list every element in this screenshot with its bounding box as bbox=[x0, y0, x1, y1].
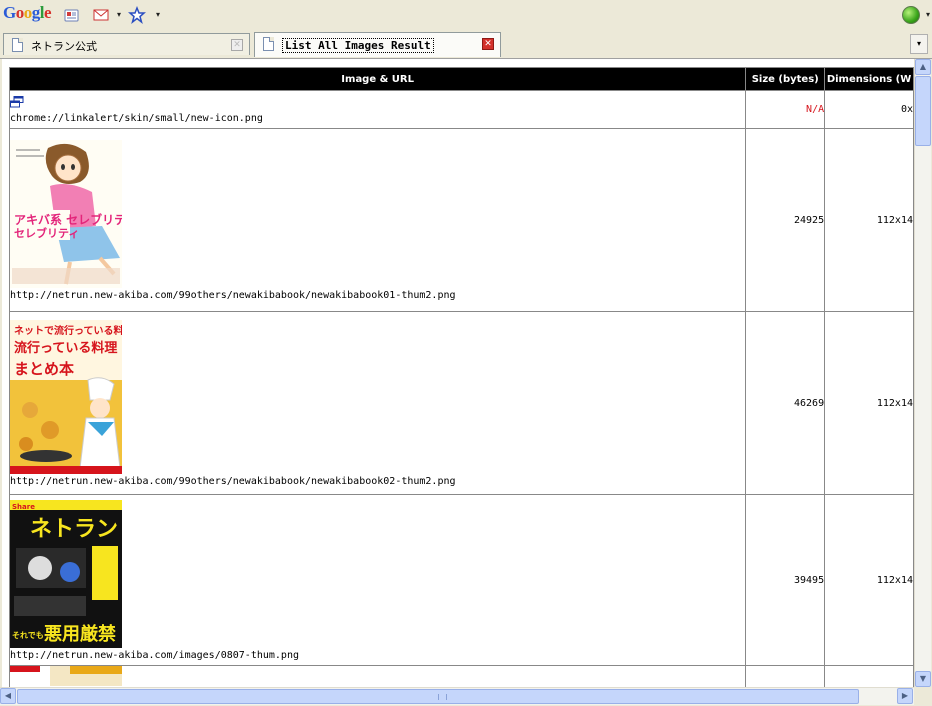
scroll-right-button[interactable]: ▶ bbox=[897, 688, 913, 704]
image-cell: chrome://linkalert/skin/small/new-icon.p… bbox=[8, 90, 747, 129]
dimensions-value: 112x14 bbox=[824, 128, 914, 312]
status-indicator-icon[interactable] bbox=[902, 6, 920, 24]
scroll-up-button[interactable]: ▲ bbox=[915, 59, 931, 75]
vertical-scroll-thumb[interactable] bbox=[915, 76, 931, 146]
svg-text:流行っている料理: 流行っている料理 bbox=[14, 340, 117, 356]
image-cell: ネットで流行っている料理まとめ本 流行っている料理 まとめ本 http:// bbox=[8, 311, 747, 495]
size-value: 24925 bbox=[745, 128, 826, 312]
svg-text:Share: Share bbox=[12, 503, 35, 511]
column-header-size: Size (bytes) bbox=[745, 67, 826, 91]
status-dropdown-icon[interactable]: ▾ bbox=[926, 10, 930, 19]
horizontal-scrollbar[interactable]: ◀ ▶ bbox=[0, 687, 914, 705]
star-icon[interactable] bbox=[128, 5, 146, 24]
tab-label: List All Images Result bbox=[282, 38, 434, 53]
document-icon bbox=[12, 38, 23, 52]
tab-label: ネトラン公式 bbox=[31, 40, 97, 53]
size-value: 39495 bbox=[745, 494, 826, 666]
svg-text:アキバ系 セレブリティ: アキバ系 セレブリティ bbox=[14, 212, 122, 227]
image-url[interactable]: http://netrun.new-akiba.com/99others/new… bbox=[10, 290, 745, 301]
column-header-dimensions: Dimensions (W bbox=[824, 67, 914, 91]
news-icon[interactable] bbox=[63, 6, 81, 24]
close-tab-icon[interactable]: ✕ bbox=[482, 38, 494, 50]
image-url[interactable]: http://netrun.new-akiba.com/99others/new… bbox=[10, 476, 745, 487]
vertical-scrollbar[interactable]: ▲ ▼ bbox=[914, 59, 931, 687]
image-cell bbox=[8, 665, 747, 687]
svg-text:セレブリティ: セレブリティ bbox=[14, 226, 79, 240]
document-icon bbox=[263, 37, 274, 51]
horizontal-scroll-thumb[interactable] bbox=[17, 689, 859, 704]
image-cell: Share ネトラン それでも 悪用厳禁 http://netrun.new-a… bbox=[8, 494, 747, 666]
image-url[interactable]: chrome://linkalert/skin/small/new-icon.p… bbox=[10, 113, 745, 124]
image-cell: アキバ系 セレブリティ セレブリティ http://netrun.new-aki… bbox=[8, 128, 747, 312]
size-value bbox=[745, 665, 826, 687]
svg-text:ネットで流行っている料理まとめ本: ネットで流行っている料理まとめ本 bbox=[14, 324, 122, 337]
tab-list-all-images[interactable]: List All Images Result ✕ bbox=[254, 32, 501, 57]
scroll-down-button[interactable]: ▼ bbox=[915, 671, 931, 687]
svg-text:それでも: それでも bbox=[12, 631, 44, 640]
close-tab-icon[interactable]: ✕ bbox=[231, 39, 243, 51]
table-header-row: Image & URL Size (bytes) Dimensions (W bbox=[8, 67, 914, 91]
image-url[interactable]: http://netrun.new-akiba.com/images/0807-… bbox=[10, 650, 745, 661]
mail-icon[interactable] bbox=[92, 6, 110, 24]
mail-dropdown-icon[interactable]: ▾ bbox=[117, 10, 121, 19]
tab-strip: ネトラン公式 ✕ List All Images Result ✕ ▾ bbox=[0, 30, 932, 59]
table-row: Share ネトラン それでも 悪用厳禁 http://netrun.new-a… bbox=[8, 494, 914, 666]
results-table: Image & URL Size (bytes) Dimensions (W c… bbox=[8, 67, 914, 687]
dimensions-value bbox=[824, 665, 914, 687]
magazine-cover-thumbnail[interactable]: Share ネトラン それでも 悪用厳禁 bbox=[10, 499, 122, 648]
book-cover-thumbnail[interactable]: ネットで流行っている料理まとめ本 流行っている料理 まとめ本 bbox=[10, 319, 122, 474]
new-window-icon[interactable] bbox=[10, 95, 24, 108]
tab-list-menu-button[interactable]: ▾ bbox=[910, 34, 928, 54]
scroll-left-button[interactable]: ◀ bbox=[0, 688, 16, 704]
dimensions-value: 112x14 bbox=[824, 311, 914, 495]
book-cover-thumbnail[interactable]: アキバ系 セレブリティ セレブリティ bbox=[10, 139, 122, 288]
size-value: 46269 bbox=[745, 311, 826, 495]
google-logo[interactable]: Google bbox=[3, 3, 52, 23]
size-value: N/A bbox=[745, 90, 826, 129]
svg-text:悪用厳禁: 悪用厳禁 bbox=[44, 623, 116, 645]
table-row: chrome://linkalert/skin/small/new-icon.p… bbox=[8, 90, 914, 129]
book-cover-thumbnail[interactable] bbox=[10, 666, 122, 686]
star-dropdown-icon[interactable]: ▾ bbox=[156, 10, 160, 19]
scroll-grip-icon bbox=[438, 694, 447, 700]
column-header-image-url: Image & URL bbox=[8, 67, 747, 91]
browser-toolbar: Google ▾ ▾ ▾ bbox=[0, 0, 932, 30]
page-content: Image & URL Size (bytes) Dimensions (W c… bbox=[2, 59, 914, 687]
svg-text:ネトラン: ネトラン bbox=[30, 517, 118, 542]
dimensions-value: 0x bbox=[824, 90, 914, 129]
table-row: ネットで流行っている料理まとめ本 流行っている料理 まとめ本 http:// bbox=[8, 311, 914, 495]
table-row bbox=[8, 665, 914, 687]
dimensions-value: 112x14 bbox=[824, 494, 914, 666]
tab-netrun[interactable]: ネトラン公式 ✕ bbox=[3, 33, 250, 55]
svg-text:まとめ本: まとめ本 bbox=[14, 360, 74, 378]
table-row: アキバ系 セレブリティ セレブリティ http://netrun.new-aki… bbox=[8, 128, 914, 312]
